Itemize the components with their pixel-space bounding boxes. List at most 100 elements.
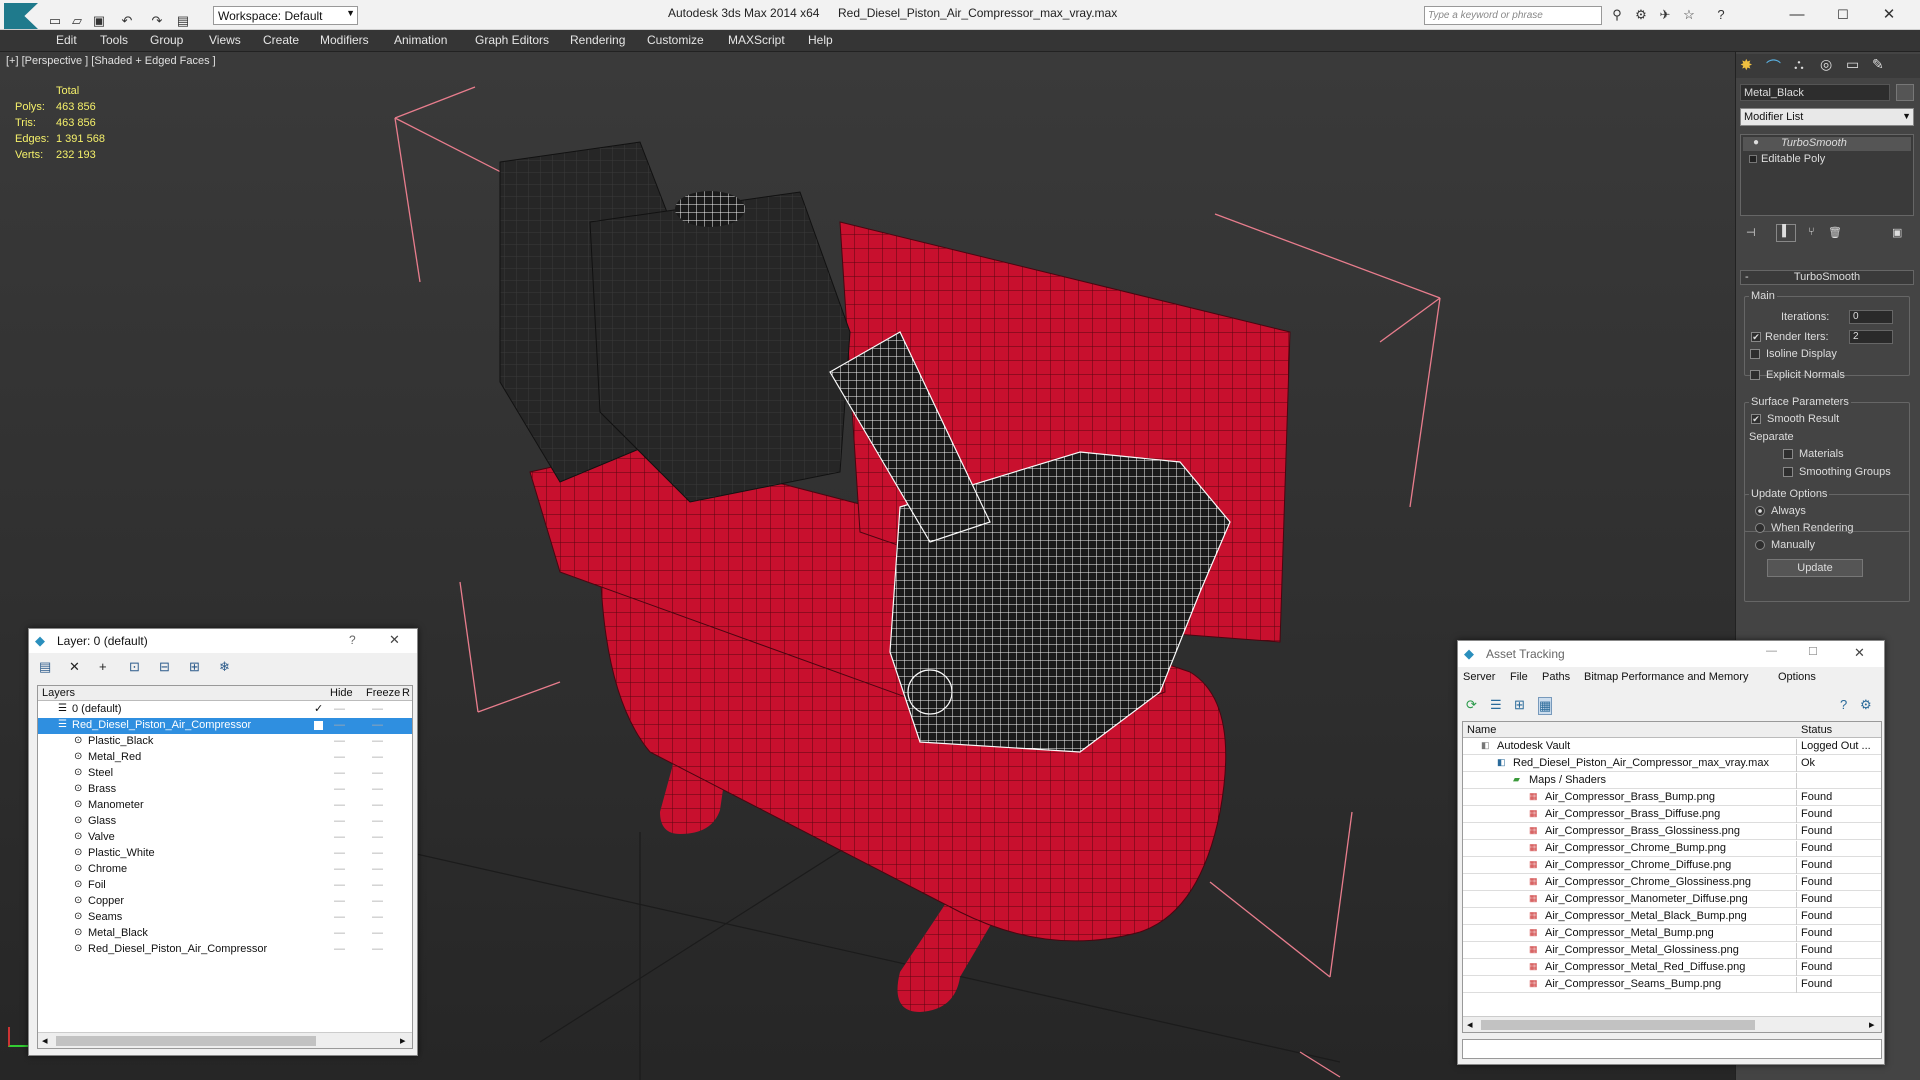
maximize-icon[interactable]: ☐: [1834, 6, 1852, 24]
freeze-toggle[interactable]: —: [372, 799, 383, 811]
layer-dialog-titlebar[interactable]: ◆ Layer: 0 (default) ? ✕: [29, 629, 417, 653]
layer-object-row[interactable]: ⊙ Metal_Red — —: [38, 750, 412, 766]
redo-icon[interactable]: ↷: [148, 12, 166, 30]
hide-toggle[interactable]: —: [334, 815, 345, 827]
binoculars-icon[interactable]: ⚲: [1608, 6, 1626, 24]
freeze-toggle[interactable]: —: [372, 767, 383, 779]
scroll-right-icon[interactable]: ▸: [1869, 1018, 1875, 1031]
manually-radio[interactable]: [1755, 540, 1765, 550]
freeze-toggle[interactable]: —: [372, 895, 383, 907]
layer-object-row[interactable]: ⊙ Plastic_White — —: [38, 846, 412, 862]
freeze-toggle[interactable]: —: [372, 863, 383, 875]
menu-rendering[interactable]: Rendering: [570, 33, 625, 47]
layer-object-row[interactable]: ⊙ Brass — —: [38, 782, 412, 798]
menu-modifiers[interactable]: Modifiers: [320, 33, 369, 47]
freeze-toggle[interactable]: —: [372, 735, 383, 747]
hide-toggle[interactable]: —: [334, 735, 345, 747]
layer-object-row[interactable]: ⊙ Metal_Black — —: [38, 926, 412, 942]
help-icon[interactable]: ?: [1840, 697, 1847, 712]
hide-toggle[interactable]: —: [334, 751, 345, 763]
list-view-icon[interactable]: ☰: [1490, 697, 1502, 713]
freeze-toggle[interactable]: —: [372, 879, 383, 891]
asset-scrollbar[interactable]: ◂ ▸: [1463, 1016, 1881, 1032]
layer-object-row[interactable]: ⊙ Valve — —: [38, 830, 412, 846]
col-freeze[interactable]: Freeze: [366, 687, 400, 699]
show-end-result-icon[interactable]: ▌: [1776, 224, 1796, 242]
asset-file-row[interactable]: ▦ Air_Compressor_Metal_Glossiness.png Foun…: [1463, 943, 1881, 959]
layer-object-row[interactable]: ⊙ Red_Diesel_Piston_Air_Compressor — —: [38, 942, 412, 958]
settings-icon[interactable]: ⚙: [1860, 697, 1872, 713]
hide-toggle[interactable]: —: [334, 847, 345, 859]
menu-tools[interactable]: Tools: [100, 33, 128, 47]
hide-toggle[interactable]: —: [334, 943, 345, 955]
menu-views[interactable]: Views: [209, 33, 241, 47]
layer-row-selected[interactable]: ☰ Red_Diesel_Piston_Air_Compressor — —: [38, 718, 412, 734]
menu-graph-editors[interactable]: Graph Editors: [475, 33, 549, 47]
isoline-checkbox[interactable]: [1750, 349, 1760, 359]
pin-stack-icon[interactable]: ⊣: [1746, 226, 1756, 239]
menu-options[interactable]: Options: [1778, 671, 1816, 683]
render-iters-spinner[interactable]: 2: [1849, 330, 1893, 344]
menu-create[interactable]: Create: [263, 33, 299, 47]
menu-animation[interactable]: Animation: [394, 33, 447, 47]
menu-server[interactable]: Server: [1463, 671, 1495, 683]
current-layer-checkmark-icon[interactable]: ✓: [314, 702, 323, 715]
utilities-tab-icon[interactable]: ✎: [1872, 56, 1884, 73]
layer-object-row[interactable]: ⊙ Plastic_Black — —: [38, 734, 412, 750]
configure-sets-icon[interactable]: ▣: [1892, 226, 1902, 239]
close-icon[interactable]: ✕: [1854, 645, 1865, 661]
asset-file-row[interactable]: ▦ Air_Compressor_Chrome_Glossiness.png Fou…: [1463, 875, 1881, 891]
hide-all-icon[interactable]: ⊞: [189, 659, 200, 675]
open-file-icon[interactable]: ▱: [68, 12, 86, 30]
hide-toggle[interactable]: —: [334, 719, 345, 731]
when-rendering-radio[interactable]: [1755, 523, 1765, 533]
asset-path-field[interactable]: [1462, 1039, 1882, 1059]
communication-icon[interactable]: ⚙: [1632, 6, 1650, 24]
update-button[interactable]: Update: [1767, 559, 1863, 577]
grid-view-icon[interactable]: ▦: [1538, 697, 1553, 715]
asset-row-maps-folder[interactable]: ▰ Maps / Shaders: [1463, 773, 1881, 789]
delete-layer-icon[interactable]: ✕: [69, 659, 80, 675]
layer-object-row[interactable]: ⊙ Foil — —: [38, 878, 412, 894]
layer-object-row[interactable]: ⊙ Glass — —: [38, 814, 412, 830]
help-button[interactable]: ?: [349, 633, 356, 647]
scroll-right-icon[interactable]: ▸: [400, 1034, 406, 1047]
asset-row-vault[interactable]: ◧ Autodesk Vault Logged Out ...: [1463, 739, 1881, 755]
freeze-toggle[interactable]: —: [372, 783, 383, 795]
hide-toggle[interactable]: —: [334, 703, 345, 715]
freeze-all-icon[interactable]: ❄: [219, 659, 230, 675]
menu-bitmap-performance[interactable]: Bitmap Performance and Memory: [1584, 671, 1748, 683]
layer-scrollbar[interactable]: ◂ ▸: [38, 1032, 412, 1048]
modifier-list-dropdown[interactable]: Modifier List ▼: [1740, 108, 1914, 126]
create-layer-icon[interactable]: ▤: [39, 659, 51, 675]
menu-edit[interactable]: Edit: [56, 33, 77, 47]
table-view-icon[interactable]: ⊞: [1514, 697, 1525, 713]
iterations-spinner[interactable]: 0: [1849, 310, 1893, 324]
undo-icon[interactable]: ↶: [118, 12, 136, 30]
create-tab-icon[interactable]: ✸: [1740, 56, 1753, 74]
asset-file-row[interactable]: ▦ Air_Compressor_Metal_Black_Bump.png Foun…: [1463, 909, 1881, 925]
scroll-thumb[interactable]: [56, 1036, 316, 1046]
layer-object-row[interactable]: ⊙ Chrome — —: [38, 862, 412, 878]
layer-row-default[interactable]: ☰ 0 (default) — — ✓: [38, 702, 412, 718]
stack-item-editable-poly[interactable]: Editable Poly: [1761, 153, 1825, 167]
asset-file-row[interactable]: ▦ Air_Compressor_Brass_Glossiness.png Foun…: [1463, 824, 1881, 840]
add-to-layer-icon[interactable]: +: [99, 659, 107, 674]
rollout-header[interactable]: - TurboSmooth: [1740, 270, 1914, 285]
asset-row-max-file[interactable]: ◧ Red_Diesel_Piston_Air_Compressor_max_vr…: [1463, 756, 1881, 772]
asset-tracking-titlebar[interactable]: ◆ Asset Tracking — ☐ ✕: [1458, 641, 1884, 667]
remove-modifier-icon[interactable]: 🗑: [1828, 226, 1842, 239]
asset-file-row[interactable]: ▦ Air_Compressor_Metal_Bump.png Found: [1463, 926, 1881, 942]
scroll-left-icon[interactable]: ◂: [1467, 1018, 1473, 1031]
materials-checkbox[interactable]: [1783, 449, 1793, 459]
close-icon[interactable]: ✕: [1880, 6, 1898, 24]
smooth-result-checkbox[interactable]: ✔: [1751, 414, 1761, 424]
hide-toggle[interactable]: —: [334, 783, 345, 795]
maximize-icon[interactable]: ☐: [1808, 645, 1818, 658]
hold-icon[interactable]: ▤: [174, 12, 192, 30]
smoothing-groups-checkbox[interactable]: [1783, 467, 1793, 477]
refresh-icon[interactable]: ⟳: [1466, 697, 1477, 713]
asset-file-row[interactable]: ▦ Air_Compressor_Seams_Bump.png Found: [1463, 977, 1881, 993]
hide-toggle[interactable]: —: [334, 863, 345, 875]
select-objects-icon[interactable]: ⊡: [129, 659, 140, 675]
